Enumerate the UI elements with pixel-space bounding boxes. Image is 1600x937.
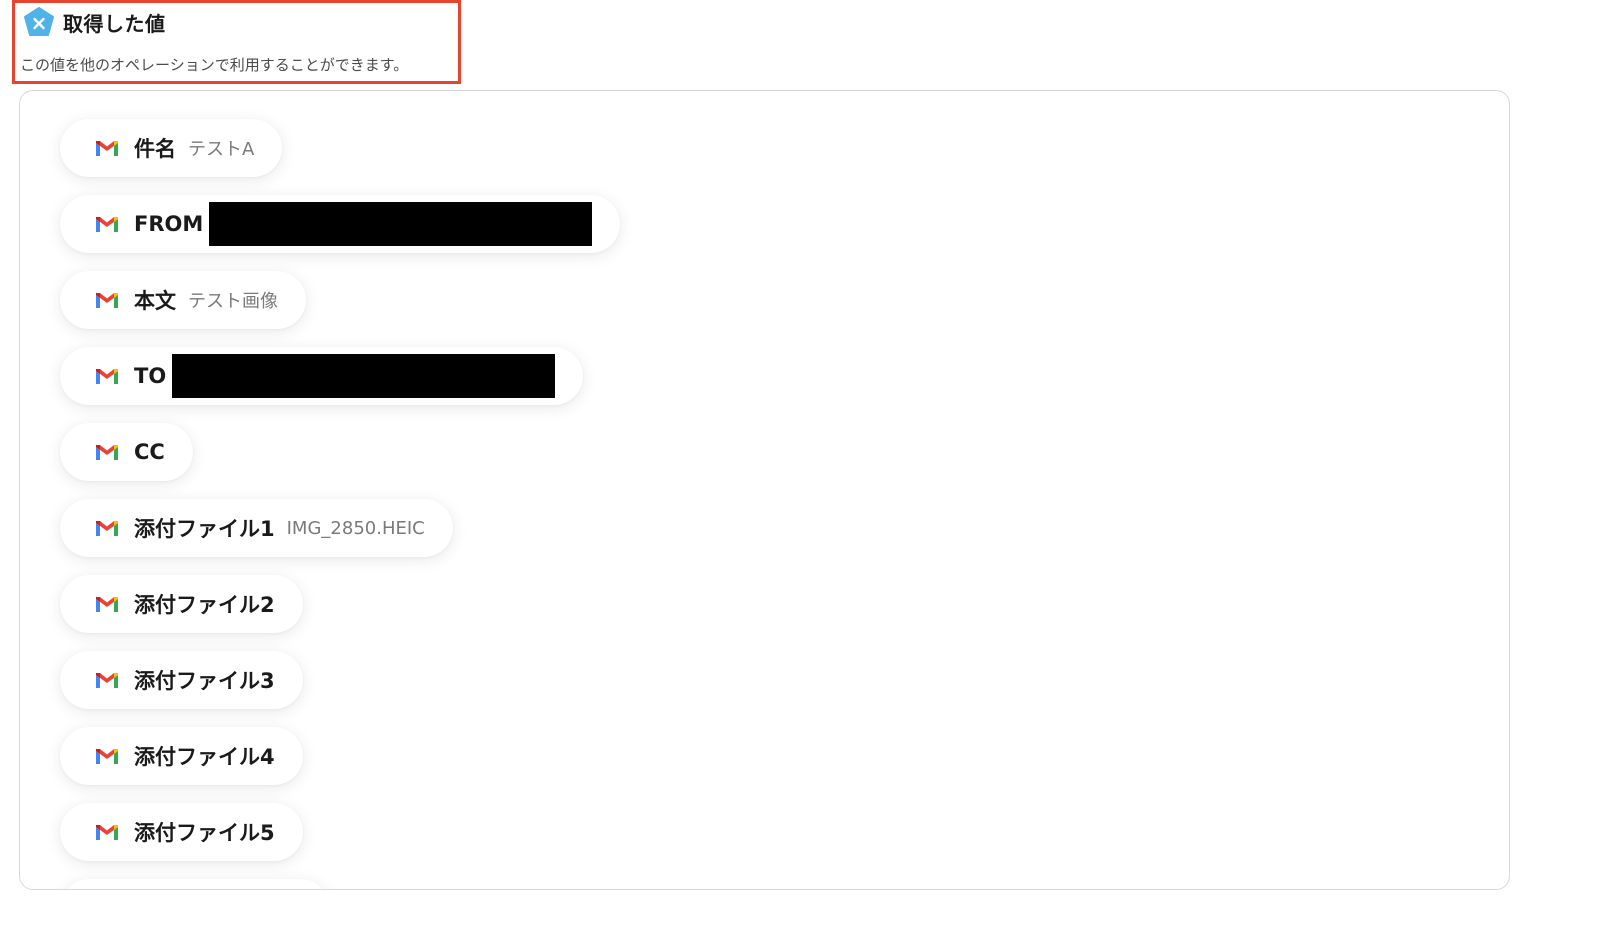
gmail-icon [96,445,118,460]
header-description: この値を他のオペレーションで利用することができます。 [20,56,409,74]
chip-label: 添付ファイル5 [134,821,275,845]
value-chip-subject[interactable]: 件名 テストA [60,119,283,177]
chip-label: 件名 [134,137,176,161]
gmail-icon [96,293,118,308]
gmail-icon [96,369,118,384]
gmail-icon [96,825,118,840]
retrieved-values-header: 取得した値 この値を他のオペレーションで利用することができます。 [12,0,461,84]
value-chip-attachment-4[interactable]: 添付ファイル4 [60,727,303,785]
chip-label: 本文 [134,289,176,313]
chip-label: 添付ファイル4 [134,745,275,769]
values-panel: 件名 テストA FROM 本文 テスト画像 TO CC 添付ファイル1 IMG_… [19,90,1510,890]
chip-value: IMG_2850.HEIC [286,517,425,539]
value-chip-cc[interactable]: CC [60,423,193,481]
value-chip-body[interactable]: 本文 テスト画像 [60,271,306,329]
yoom-logo-icon [24,7,54,36]
chip-label: CC [134,440,165,464]
chip-value: テストA [188,139,255,160]
value-chip-partial[interactable] [60,879,330,889]
chip-label: TO [134,364,167,388]
chip-label: FROM [134,212,204,236]
chip-label: 添付ファイル3 [134,669,275,693]
value-chip-attachment-5[interactable]: 添付ファイル5 [60,803,303,861]
gmail-icon [96,141,118,156]
chip-value: テスト画像 [188,291,278,312]
gmail-icon [96,597,118,612]
value-chip-from[interactable]: FROM [60,195,621,253]
gmail-icon [96,749,118,764]
value-chip-to[interactable]: TO [60,347,584,405]
redacted-value [172,354,556,398]
gmail-icon [96,521,118,536]
chip-label: 添付ファイル2 [134,593,275,617]
value-chip-attachment-2[interactable]: 添付ファイル2 [60,575,303,633]
chip-label: 添付ファイル1 [134,517,275,541]
page-title: 取得した値 [63,11,166,36]
redacted-value [209,202,593,246]
value-chip-attachment-3[interactable]: 添付ファイル3 [60,651,303,709]
header-title-row: 取得した値 [23,7,166,37]
gmail-icon [96,217,118,232]
gmail-icon [96,673,118,688]
value-chip-attachment-1[interactable]: 添付ファイル1 IMG_2850.HEIC [60,499,453,557]
